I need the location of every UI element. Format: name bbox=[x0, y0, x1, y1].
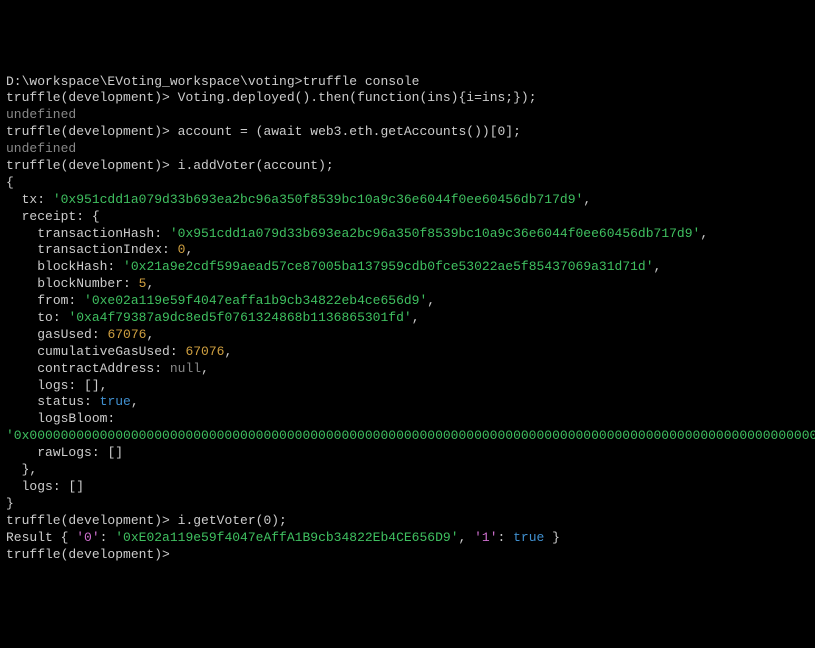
obj-key: transactionHash: bbox=[6, 226, 170, 241]
obj-val: true bbox=[100, 394, 131, 409]
obj-val: '0xe02a119e59f4047eaffa1b9cb34822eb4ce65… bbox=[84, 293, 427, 308]
obj-val: '0x0000000000000000000000000000000000000… bbox=[6, 428, 815, 443]
prompt-path: D:\workspace\EVoting_workspace\voting> bbox=[6, 74, 302, 89]
obj-val: '0x951cdd1a079d33b693ea2bc96a350f8539bc1… bbox=[170, 226, 701, 241]
obj-key: blockNumber: bbox=[6, 276, 139, 291]
undefined-output: undefined bbox=[6, 107, 809, 124]
obj-key: status: bbox=[6, 394, 100, 409]
obj-val: '0x951cdd1a079d33b693ea2bc96a350f8539bc1… bbox=[53, 192, 584, 207]
obj-key: contractAddress: bbox=[6, 361, 170, 376]
prompt: truffle(development)> bbox=[6, 513, 178, 528]
cmd-text: truffle console bbox=[302, 74, 419, 89]
cmd-text: account = (await web3.eth.getAccounts())… bbox=[178, 124, 521, 139]
obj-key: cumulativeGasUsed: bbox=[6, 344, 185, 359]
terminal-output[interactable]: D:\workspace\EVoting_workspace\voting>tr… bbox=[6, 74, 809, 564]
obj-key: logsBloom: bbox=[6, 411, 123, 426]
obj-val: 67076 bbox=[185, 344, 224, 359]
obj-key: transactionIndex: bbox=[6, 242, 178, 257]
obj-key: blockHash: bbox=[6, 259, 123, 274]
obj-val: '0x21a9e2cdf599aead57ce87005ba137959cdb0… bbox=[123, 259, 654, 274]
obj-val: '0xa4f79387a9dc8ed5f0761324868b113686530… bbox=[68, 310, 411, 325]
obj-val: [] bbox=[84, 378, 100, 393]
cmd-text: i.addVoter(account); bbox=[178, 158, 334, 173]
brace: } bbox=[6, 496, 809, 513]
prompt: truffle(development)> bbox=[6, 124, 178, 139]
prompt: truffle(development)> bbox=[6, 90, 178, 105]
obj-key: logs: bbox=[6, 479, 68, 494]
obj-key: logs: bbox=[6, 378, 84, 393]
cmd-text: i.getVoter(0); bbox=[178, 513, 287, 528]
obj-val: [] bbox=[68, 479, 84, 494]
result-key: '1' bbox=[474, 530, 497, 545]
result-key: '0' bbox=[76, 530, 99, 545]
result-val: '0xE02a119e59f4047eAffA1B9cb34822Eb4CE65… bbox=[115, 530, 458, 545]
obj-key: rawLogs: bbox=[6, 445, 107, 460]
result-prefix: Result { bbox=[6, 530, 76, 545]
obj-key: from: bbox=[6, 293, 84, 308]
obj-val: [] bbox=[107, 445, 123, 460]
obj-key: to: bbox=[6, 310, 68, 325]
obj-val: null bbox=[170, 361, 201, 376]
result-val: true bbox=[513, 530, 544, 545]
brace: } bbox=[6, 462, 29, 477]
prompt: truffle(development)> bbox=[6, 158, 178, 173]
cmd-text: Voting.deployed().then(function(ins){i=i… bbox=[178, 90, 537, 105]
brace: { bbox=[6, 175, 809, 192]
obj-key: tx: bbox=[6, 192, 53, 207]
undefined-output: undefined bbox=[6, 141, 809, 158]
obj-val: 67076 bbox=[107, 327, 146, 342]
obj-key: receipt: bbox=[6, 209, 92, 224]
prompt: truffle(development)> bbox=[6, 547, 178, 562]
obj-key: gasUsed: bbox=[6, 327, 107, 342]
